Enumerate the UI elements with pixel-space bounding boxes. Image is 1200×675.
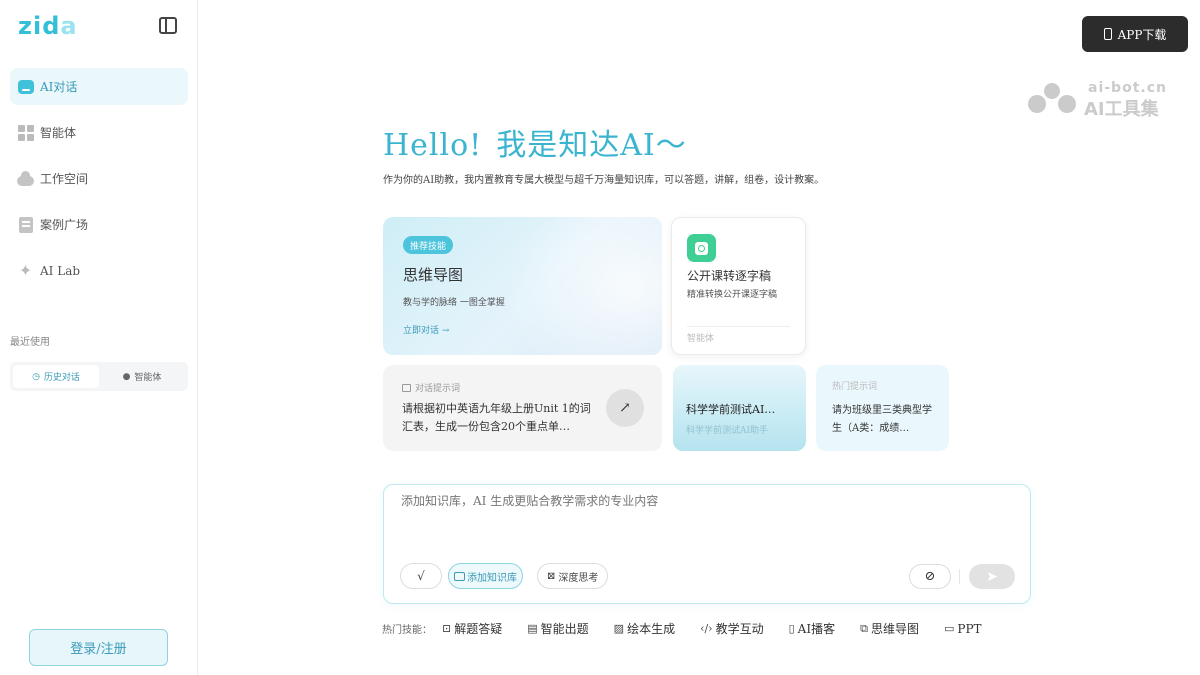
tab-history-label: 历史对话	[43, 373, 80, 383]
prompt-label-text: 对话提示词	[415, 384, 461, 394]
grid-icon	[17, 124, 34, 141]
sidebar-item-ai-lab[interactable]: ✦ AI Lab	[10, 252, 188, 289]
document-icon	[17, 216, 34, 233]
logo[interactable]: zida	[18, 12, 78, 40]
hot-prompt-label: 热门提示词	[832, 382, 878, 392]
sparkle-icon: ✦	[18, 260, 33, 280]
skill-podcast[interactable]: ▯ AI播客	[789, 620, 835, 637]
search-doc-icon	[687, 234, 716, 262]
divider	[959, 569, 960, 584]
start-chat-link[interactable]: 立即对话 →	[403, 323, 449, 336]
chat-input[interactable]	[401, 494, 1001, 508]
sidebar-item-label: 案例广场	[40, 218, 89, 232]
sidebar-collapse-icon[interactable]	[159, 17, 177, 34]
card-desc: 精准转换公开课逐字稿	[687, 290, 778, 300]
skill-label: 思维导图	[870, 622, 919, 636]
skill-ppt[interactable]: ▭ PPT	[944, 622, 982, 636]
card-desc: 教与学的脉络 一图全掌握	[403, 298, 505, 308]
sidebar-item-label: AI对话	[40, 80, 78, 94]
recent-tabs: ◷ 历史对话 ● 智能体	[10, 362, 188, 391]
tab-agents-label: 智能体	[134, 373, 162, 383]
prompt-text: 请根据初中英语九年级上册Unit 1的词汇表，生成一份包含20个重点单…	[402, 402, 591, 433]
app-root: zida AI对话 智能体 工作空间 案例广场 ✦ AI Lab 最近使用 ◷ …	[0, 0, 1200, 675]
sidebar-item-label: AI Lab	[40, 263, 81, 278]
skill-exam[interactable]: ▤ 智能出题	[527, 620, 588, 637]
tab-history[interactable]: ◷ 历史对话	[13, 365, 99, 388]
prompt-icon	[402, 383, 411, 392]
prompt-label: 对话提示词	[402, 381, 460, 394]
watermark-logo-icon	[1028, 83, 1076, 113]
mindmap-icon: ⧉	[860, 621, 868, 635]
watermark-title: AI工具集	[1084, 99, 1159, 120]
watermark-domain: ai-bot.cn	[1088, 80, 1167, 96]
deep-think-label: 深度思考	[558, 572, 599, 584]
bot-icon: ●	[122, 371, 131, 382]
app-download-button[interactable]: APP下载	[1082, 16, 1188, 52]
skill-qa[interactable]: ⊡ 解题答疑	[442, 620, 502, 637]
card-decoration	[493, 217, 662, 355]
card-tag: 智能体	[687, 334, 715, 344]
ppt-icon: ▭	[943, 622, 955, 635]
arrow-up-right-icon[interactable]: ↗	[606, 389, 644, 427]
hot-skills-label: 热门技能：	[382, 625, 432, 636]
tab-agents[interactable]: ● 智能体	[99, 365, 185, 388]
book-icon	[454, 571, 465, 581]
code-icon: ‹/›	[700, 622, 713, 635]
check-toggle-button[interactable]: √	[400, 563, 442, 589]
sidebar-item-workspace[interactable]: 工作空间	[10, 160, 188, 197]
exam-icon: ▤	[527, 622, 538, 635]
greeting-title: Hello! 我是知达AI～	[383, 120, 687, 164]
mindmap-skill-card[interactable]: 推荐技能 思维导图 教与学的脉络 一图全掌握 立即对话 →	[383, 217, 662, 355]
deep-think-button[interactable]: ⊠ 深度思考	[537, 563, 609, 589]
app-download-label: APP下载	[1117, 27, 1167, 42]
card-divider	[687, 326, 790, 327]
add-knowledge-base-button[interactable]: 添加知识库	[448, 563, 523, 589]
transcript-agent-card[interactable]: 公开课转逐字稿 精准转换公开课逐字稿 智能体	[671, 217, 806, 355]
skill-label: 绘本生成	[627, 622, 676, 636]
skill-mindmap[interactable]: ⧉ 思维导图	[860, 620, 919, 637]
skill-picture-book[interactable]: ▨ 绘本生成	[614, 620, 675, 637]
chat-input-box: √ 添加知识库 ⊠ 深度思考 ⊘ ➤	[383, 484, 1031, 604]
sidebar-item-label: 智能体	[40, 126, 77, 140]
card-desc: 科学学前测试AI助手	[686, 426, 769, 436]
hot-skills-bar: 热门技能： ⊡ 解题答疑 ▤ 智能出题 ▨ 绘本生成 ‹/› 教学互动 ▯ AI播客 ⧉ 思…	[382, 620, 982, 637]
card-title: 公开课转逐字稿	[687, 269, 772, 283]
sidebar-item-ai-chat[interactable]: AI对话	[10, 68, 188, 105]
history-icon: ◷	[32, 371, 40, 382]
skill-label: 教学互动	[715, 622, 764, 636]
card-title: 思维导图	[403, 266, 464, 284]
recommended-badge: 推荐技能	[403, 236, 454, 254]
cloud-icon	[17, 170, 34, 187]
hot-prompt-text: 请为班级里三类典型学生（A类：成绩…	[832, 405, 932, 434]
card-title: 科学学前测试AI…	[686, 403, 776, 416]
send-icon[interactable]: ➤	[969, 564, 1015, 589]
recent-title: 最近使用	[10, 337, 50, 348]
skill-label: AI播客	[797, 622, 836, 636]
sidebar-item-agents[interactable]: 智能体	[10, 114, 188, 151]
skill-label: 解题答疑	[454, 622, 503, 636]
chat-icon	[17, 78, 34, 95]
skill-interaction[interactable]: ‹/› 教学互动	[700, 620, 764, 637]
watermark: ai-bot.cn AI工具集	[1026, 80, 1190, 120]
greeting-subtitle: 作为你的AI助教，我内置教育专属大模型与超千万海量知识库，可以答题，讲解，组卷，…	[383, 175, 825, 186]
sidebar-nav: AI对话 智能体 工作空间 案例广场 ✦ AI Lab	[10, 68, 188, 298]
hot-prompt-card[interactable]: 热门提示词 请为班级里三类典型学生（A类：成绩…	[816, 365, 949, 451]
qa-icon: ⊡	[442, 622, 452, 635]
greeting-hello: Hello!	[383, 128, 483, 163]
deep-think-icon: ⊠	[547, 570, 556, 582]
greeting-zh: 我是知达AI～	[496, 128, 687, 163]
attachment-icon[interactable]: ⊘	[909, 564, 951, 589]
mic-icon: ▯	[788, 622, 795, 635]
login-register-button[interactable]: 登录/注册	[29, 629, 168, 666]
prompt-suggestion-card[interactable]: 对话提示词 请根据初中英语九年级上册Unit 1的词汇表，生成一份包含20个重点…	[383, 365, 662, 451]
science-test-card[interactable]: 科学学前测试AI… 科学学前测试AI助手	[673, 365, 806, 451]
skill-label: 智能出题	[540, 622, 589, 636]
sidebar-item-label: 工作空间	[40, 172, 89, 186]
sidebar-item-case-plaza[interactable]: 案例广场	[10, 206, 188, 243]
skill-label: PPT	[957, 621, 982, 636]
add-knowledge-base-label: 添加知识库	[467, 572, 517, 584]
picture-icon: ▨	[613, 622, 625, 635]
sidebar: zida AI对话 智能体 工作空间 案例广场 ✦ AI Lab 最近使用 ◷ …	[0, 0, 198, 675]
phone-icon	[1103, 28, 1112, 40]
